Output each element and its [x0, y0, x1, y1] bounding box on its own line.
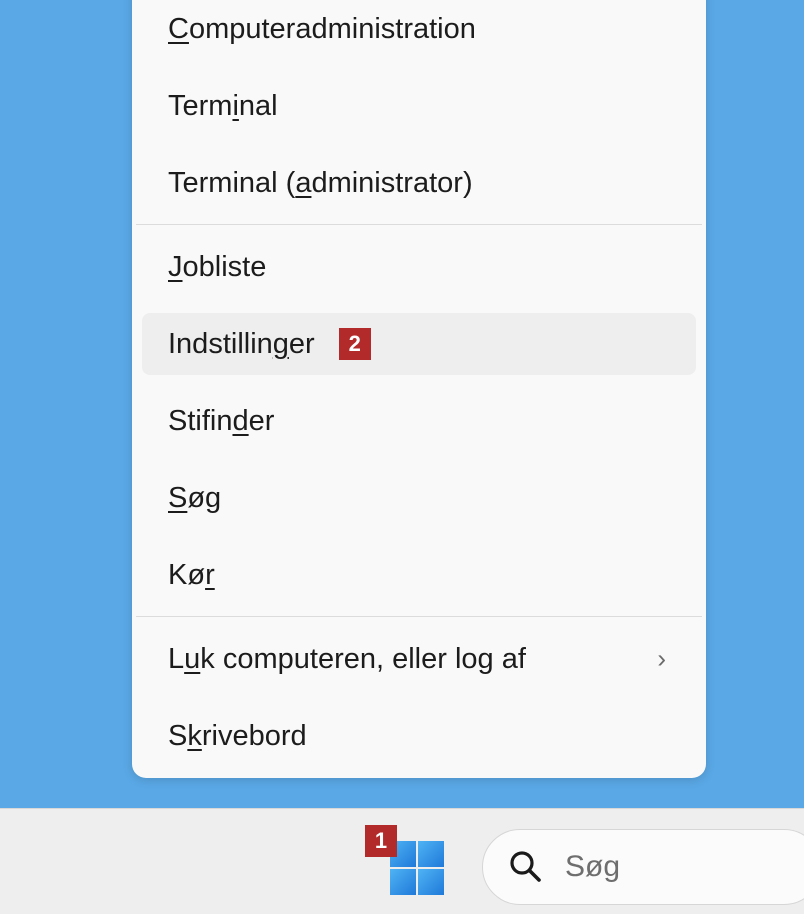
menu-divider: [136, 616, 702, 617]
menu-item-terminal[interactable]: Terminal: [142, 75, 696, 137]
menu-item-label: Computeradministration: [168, 12, 476, 45]
menu-item-label: Terminal: [168, 89, 278, 122]
menu-item-indstillinger[interactable]: Indstillinger 2: [142, 313, 696, 375]
menu-item-terminal-admin[interactable]: Terminal (administrator): [142, 152, 696, 214]
menu-item-label: Jobliste: [168, 250, 267, 283]
menu-item-kor[interactable]: Kør: [142, 544, 696, 606]
menu-item-label: Skrivebord: [168, 719, 307, 752]
menu-item-label: Indstillinger: [168, 327, 315, 360]
callout-badge-settings: 2: [338, 328, 371, 360]
menu-item-label: Luk computeren, eller log af: [168, 642, 526, 675]
taskbar-search-box[interactable]: Søg: [482, 829, 804, 905]
search-placeholder: Søg: [565, 850, 621, 883]
chevron-right-icon: ›: [657, 643, 666, 674]
callout-badge-start: 1: [365, 825, 397, 857]
menu-item-label: Stifinder: [168, 404, 275, 437]
menu-item-computeradministration[interactable]: Computeradministration: [142, 0, 696, 60]
menu-divider: [136, 224, 702, 225]
menu-item-jobliste[interactable]: Jobliste: [142, 236, 696, 298]
menu-item-stifinder[interactable]: Stifinder: [142, 390, 696, 452]
menu-item-label: Terminal (administrator): [168, 166, 473, 199]
menu-item-luk-computeren[interactable]: Luk computeren, eller log af ›: [142, 628, 696, 690]
menu-item-sog[interactable]: Søg: [142, 467, 696, 529]
menu-item-label: Søg: [168, 481, 222, 514]
menu-item-skrivebord[interactable]: Skrivebord: [142, 705, 696, 767]
taskbar: 1 Søg: [0, 808, 804, 914]
menu-item-label: Kør: [168, 558, 215, 591]
quick-link-menu: Computeradministration Terminal Terminal…: [132, 0, 706, 778]
search-icon: [510, 851, 541, 882]
